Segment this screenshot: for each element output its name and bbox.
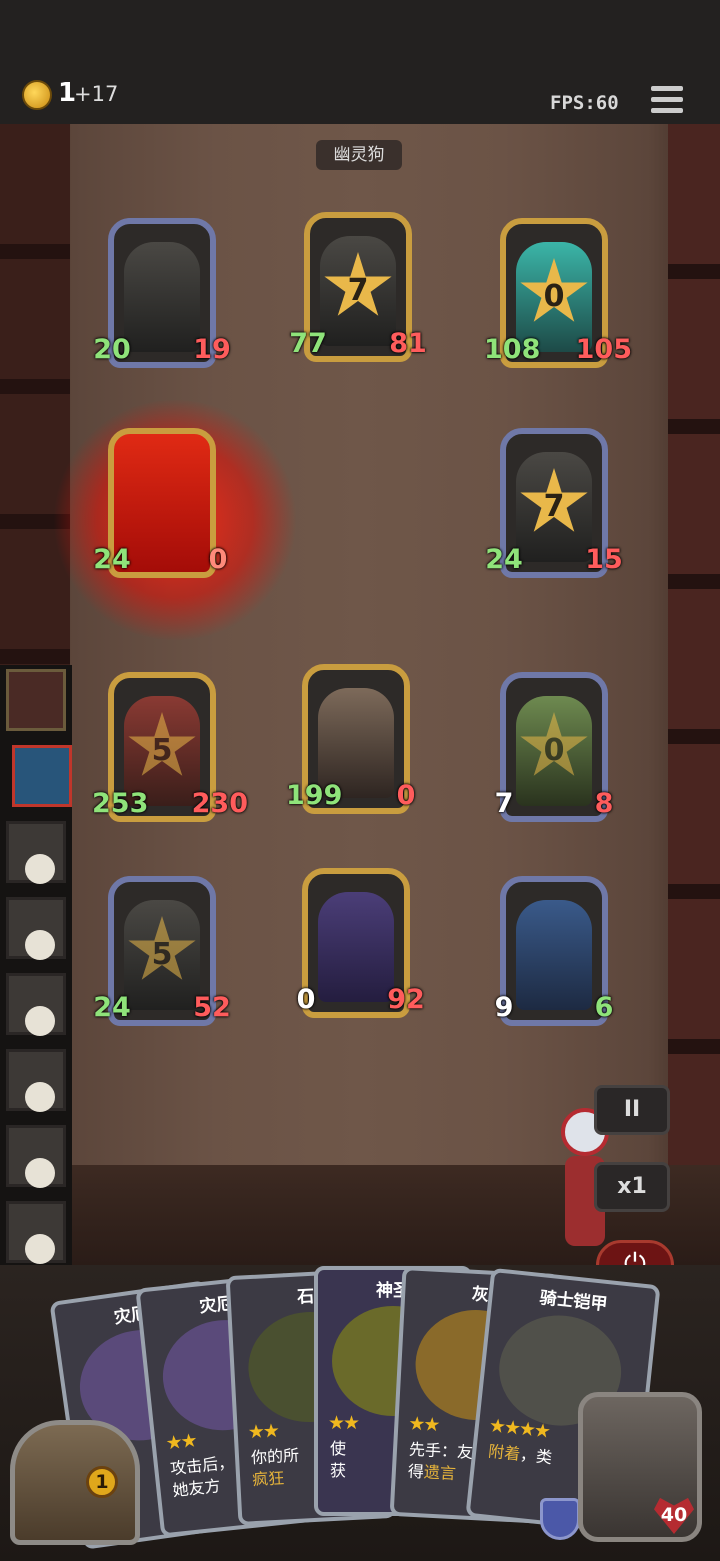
enemy-unit[interactable]: 20 19 <box>93 218 231 388</box>
health-stat: 81 <box>388 324 428 364</box>
health-stat: 6 <box>584 988 624 1028</box>
player-unit[interactable]: 199 0 <box>286 664 422 834</box>
queue-portrait-enemy[interactable] <box>6 669 66 731</box>
health-stat: 0 <box>386 776 426 816</box>
card-stars: ★★ <box>164 1429 197 1455</box>
pause-button[interactable]: II <box>594 1085 670 1135</box>
attack-stat: 0 <box>286 980 326 1020</box>
queue-portrait-dead[interactable] <box>6 821 66 884</box>
attack-stat: 199 <box>286 776 342 816</box>
chest-count-badge: 1 <box>86 1466 118 1498</box>
player-unit[interactable]: 5 24 52 <box>93 876 231 1046</box>
queue-portrait-dead[interactable] <box>6 1049 66 1112</box>
attack-stat: 24 <box>92 540 132 580</box>
queue-portrait-dead[interactable] <box>6 1201 66 1264</box>
queue-portrait-dead[interactable] <box>6 1125 66 1188</box>
skull-icon <box>25 930 55 960</box>
queue-portrait-dead[interactable] <box>6 897 66 960</box>
queue-portrait-dead[interactable] <box>6 973 66 1036</box>
shield-icon[interactable] <box>540 1498 580 1540</box>
health-stat: 0 <box>198 540 238 580</box>
attack-stat: 7 <box>484 784 524 824</box>
health-stat: 230 <box>192 784 248 824</box>
treasure-chest-icon[interactable] <box>10 1420 140 1545</box>
attack-stat: 253 <box>92 784 148 824</box>
card-stars: ★★ <box>407 1412 440 1437</box>
coin-income: +17 <box>74 82 119 106</box>
attack-stat: 20 <box>92 330 132 370</box>
health-stat: 52 <box>192 988 232 1028</box>
health-stat: 8 <box>584 784 624 824</box>
card-stars: ★★ <box>328 1412 360 1434</box>
skull-icon <box>25 854 55 884</box>
player-unit[interactable]: 5 253 230 <box>92 672 248 842</box>
skull-icon <box>25 1234 55 1264</box>
top-bar: 1 +17 FPS:60 <box>0 0 720 124</box>
skull-icon <box>25 1082 55 1112</box>
bookshelf-right <box>668 124 720 1264</box>
enemy-unit[interactable]: 7 77 81 <box>289 212 427 382</box>
player-unit[interactable]: 0 92 <box>290 868 425 1038</box>
turn-order-queue <box>0 665 72 1275</box>
attack-stat: 9 <box>484 988 524 1028</box>
speed-button[interactable]: x1 <box>594 1162 670 1212</box>
gold-coin-icon <box>22 80 52 110</box>
attack-stat: 108 <box>484 330 540 370</box>
fps-counter: FPS:60 <box>550 92 619 114</box>
queue-portrait-active[interactable] <box>12 745 72 807</box>
attack-stat: 24 <box>484 540 524 580</box>
enemy-unit[interactable]: 7 24 15 <box>485 428 623 598</box>
enemy-unit[interactable]: 0 108 105 <box>484 218 632 388</box>
card-stars: ★★ <box>247 1419 279 1444</box>
card-name: 骑士铠甲 <box>538 1288 609 1316</box>
skull-icon <box>25 1006 55 1036</box>
health-stat: 105 <box>576 330 632 370</box>
enemy-unit-burning[interactable]: 24 0 <box>93 428 234 598</box>
attack-stat: 77 <box>288 324 328 364</box>
menu-icon[interactable] <box>651 86 683 116</box>
health-stat: 15 <box>584 540 624 580</box>
skull-icon <box>25 1158 55 1188</box>
player-unit[interactable]: 9 6 <box>488 876 620 1046</box>
health-stat: 92 <box>386 980 426 1020</box>
attack-stat: 24 <box>92 988 132 1028</box>
player-unit[interactable]: 0 7 8 <box>488 672 620 842</box>
target-name-label: 幽灵狗 <box>316 140 402 170</box>
health-stat: 19 <box>192 330 232 370</box>
